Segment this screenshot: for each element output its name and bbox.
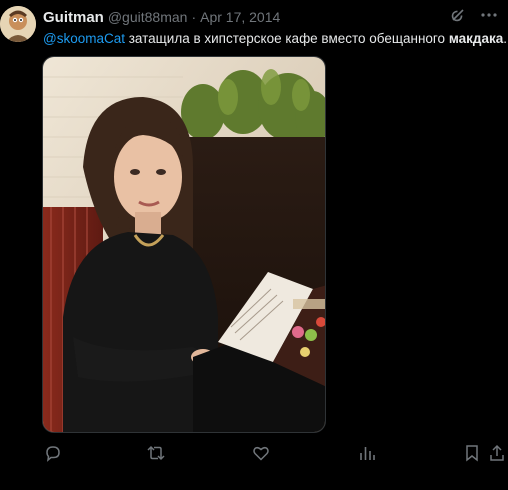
separator-dot: · — [191, 9, 197, 25]
tweet-text-body: затащила в хипстерское кафе вместо обеща… — [124, 31, 449, 46]
heart-icon[interactable] — [250, 442, 272, 464]
tweet[interactable]: Guitman @guit88man · Apr 17, 2014 @skoom… — [0, 0, 508, 490]
tweet-text: @skoomaCat затащила в хипстерское кафе в… — [43, 30, 507, 48]
retweet-icon[interactable] — [145, 442, 167, 464]
tweet-date[interactable]: Apr 17, 2014 — [200, 9, 280, 25]
more-icon[interactable] — [480, 7, 498, 23]
share-icon[interactable] — [486, 442, 508, 464]
tweet-actions — [42, 442, 504, 464]
grok-icon[interactable] — [450, 7, 466, 23]
display-name[interactable]: Guitman — [43, 9, 104, 26]
bookmark-icon[interactable] — [461, 442, 483, 464]
tweet-photo[interactable] — [42, 56, 326, 433]
user-handle[interactable]: @guit88man — [108, 9, 188, 25]
mention-link[interactable]: @skoomaCat — [43, 31, 125, 46]
avatar[interactable] — [0, 6, 36, 42]
avatar-image — [0, 6, 36, 42]
tweet-header: Guitman @guit88man · Apr 17, 2014 — [43, 7, 498, 27]
views-icon[interactable] — [356, 442, 378, 464]
reply-icon[interactable] — [42, 442, 64, 464]
photo-image — [43, 57, 325, 432]
tweet-text-end: . — [503, 31, 507, 46]
tweet-text-bold: макдака — [448, 31, 504, 46]
